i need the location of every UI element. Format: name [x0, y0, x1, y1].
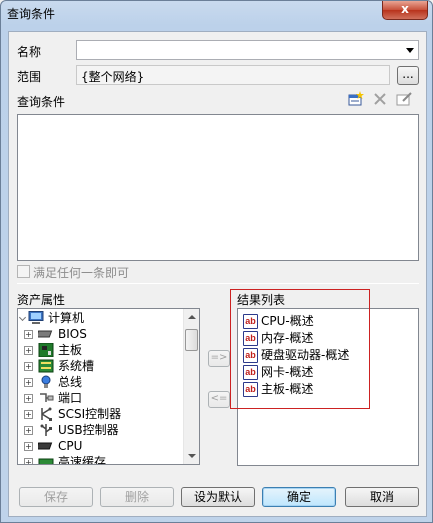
tree-item-port[interactable]: + 端口 — [18, 390, 183, 406]
expand-icon[interactable]: + — [24, 378, 33, 387]
close-icon: x — [401, 2, 409, 16]
highlight-box — [230, 289, 370, 409]
slot-icon — [38, 359, 54, 373]
close-button[interactable]: x — [382, 1, 428, 20]
name-label: 名称 — [17, 45, 42, 59]
expand-icon[interactable]: + — [24, 362, 33, 371]
expand-icon[interactable]: + — [24, 410, 33, 419]
save-button[interactable]: 保存 — [19, 487, 93, 507]
new-condition-icon[interactable] — [348, 91, 364, 107]
delete-button[interactable]: 删除 — [100, 487, 174, 507]
dialog-window: 查询条件 x 名称 范围 {整个网络} ... 查询条件 满足任何一条即可 资产… — [0, 0, 433, 523]
cpu-icon — [38, 442, 53, 450]
expand-icon[interactable]: + — [24, 442, 33, 451]
edit-condition-icon[interactable] — [396, 91, 412, 107]
cache-icon — [38, 458, 54, 464]
separator — [17, 283, 419, 284]
tree-item-usb[interactable]: + USB控制器 — [18, 422, 183, 438]
tree-item-root[interactable]: 计算机 — [18, 310, 183, 326]
cancel-button[interactable]: 取消 — [345, 487, 419, 507]
ok-button[interactable]: 确定 — [262, 487, 336, 507]
scroll-up-icon[interactable] — [188, 315, 196, 319]
tree-item-label: CPU — [58, 439, 83, 453]
tree-item-bus[interactable]: + 总线 — [18, 374, 183, 390]
expand-icon[interactable]: + — [24, 346, 33, 355]
title-bar[interactable]: 查询条件 — [1, 1, 432, 25]
chip-icon — [38, 330, 53, 338]
expand-icon[interactable]: + — [24, 394, 33, 403]
expand-icon[interactable]: + — [24, 330, 33, 339]
assets-scrollbar[interactable] — [183, 309, 199, 464]
tree-root-label: 计算机 — [48, 311, 85, 325]
scope-field: {整个网络} — [76, 65, 390, 85]
remove-from-results-button[interactable]: <= — [208, 391, 230, 408]
assets-tree[interactable]: 计算机 + BIOS + 主板 + 系统槽 + 总线 + 端口 + SCSI控制… — [17, 308, 200, 465]
scope-browse-button[interactable]: ... — [397, 66, 419, 85]
add-to-results-button[interactable]: => — [208, 350, 230, 367]
port-icon — [40, 393, 54, 402]
delete-condition-icon[interactable] — [372, 91, 388, 107]
dialog-body: 名称 范围 {整个网络} ... 查询条件 满足任何一条即可 资产属性 计算机 … — [8, 31, 427, 517]
assets-label: 资产属性 — [17, 293, 66, 307]
tree-item-cache[interactable]: + 高速缓存 — [18, 454, 183, 465]
tree-item-label: 总线 — [58, 375, 83, 389]
set-default-button[interactable]: 设为默认 — [181, 487, 255, 507]
expanded-icon[interactable] — [18, 313, 27, 322]
scope-value: {整个网络} — [81, 70, 145, 84]
scope-label: 范围 — [17, 70, 42, 84]
scroll-down-icon[interactable] — [188, 454, 196, 458]
scroll-thumb[interactable] — [185, 329, 198, 351]
scsi-icon — [41, 407, 52, 421]
tree-item-cpu[interactable]: + CPU — [18, 438, 183, 454]
computer-icon — [28, 311, 44, 324]
expand-icon[interactable]: + — [24, 458, 33, 464]
tree-item-label: 系统槽 — [58, 359, 95, 373]
match-any-label: 满足任何一条即可 — [33, 266, 130, 280]
tree-item-label: 端口 — [58, 391, 83, 405]
name-combobox[interactable] — [76, 40, 419, 60]
bus-icon — [41, 375, 51, 388]
conditions-label: 查询条件 — [17, 95, 66, 109]
tree-item-scsi[interactable]: + SCSI控制器 — [18, 406, 183, 422]
tree-item-bios[interactable]: + BIOS — [18, 326, 183, 342]
tree-item-motherboard[interactable]: + 主板 — [18, 342, 183, 358]
usb-icon — [40, 424, 52, 436]
tree-item-label: USB控制器 — [58, 423, 119, 437]
tree-item-slot[interactable]: + 系统槽 — [18, 358, 183, 374]
window-title: 查询条件 — [7, 7, 56, 21]
tree-item-label: SCSI控制器 — [58, 407, 122, 421]
conditions-list[interactable] — [17, 114, 419, 261]
match-any-checkbox[interactable] — [17, 265, 30, 278]
chevron-down-icon[interactable] — [406, 48, 414, 53]
tree-item-label: BIOS — [58, 327, 87, 341]
motherboard-icon — [38, 343, 54, 357]
tree-item-label: 主板 — [58, 343, 83, 357]
expand-icon[interactable]: + — [24, 426, 33, 435]
tree-item-label: 高速缓存 — [58, 455, 107, 465]
